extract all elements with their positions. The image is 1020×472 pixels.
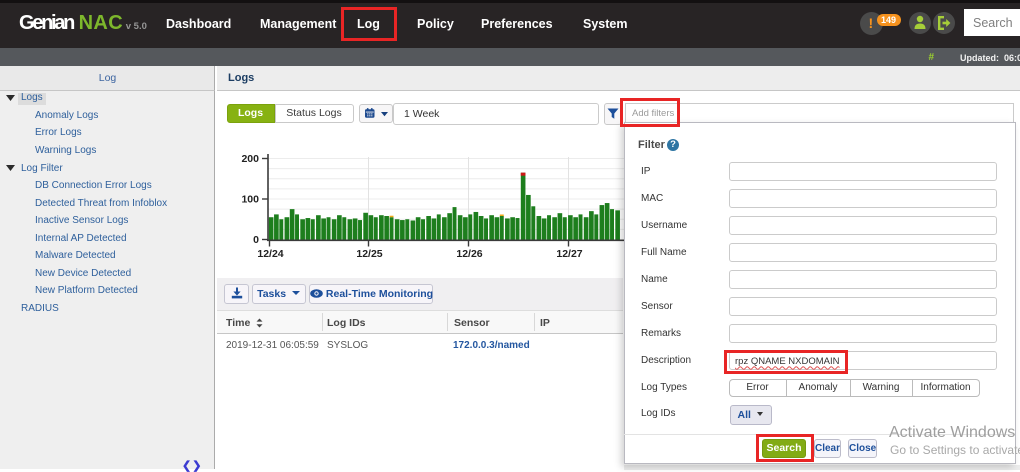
svg-text:12/24: 12/24: [257, 248, 283, 260]
svg-text:12/27: 12/27: [556, 248, 582, 260]
svg-text:12/25: 12/25: [356, 248, 382, 260]
svg-text:100: 100: [241, 194, 259, 206]
svg-text:200: 200: [241, 153, 259, 165]
svg-text:12/26: 12/26: [456, 248, 482, 260]
svg-text:0: 0: [253, 234, 259, 246]
